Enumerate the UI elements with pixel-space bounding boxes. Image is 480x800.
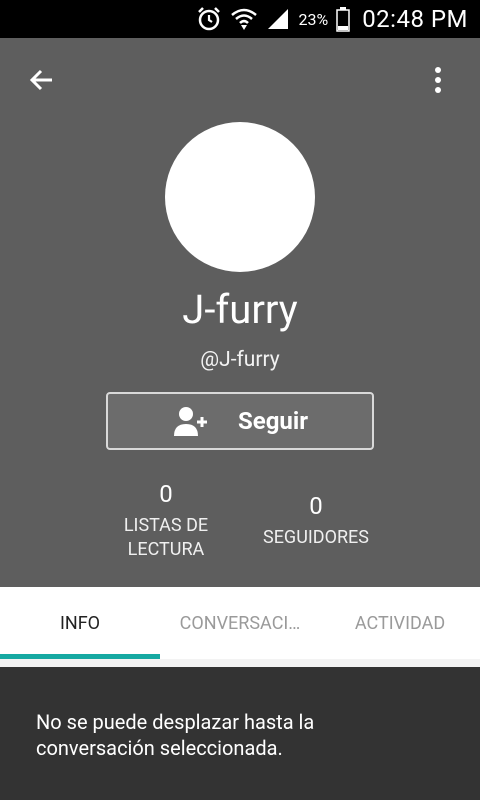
- follow-label: Seguir: [237, 407, 309, 435]
- avatar[interactable]: [165, 122, 315, 272]
- tab-info[interactable]: INFO: [0, 587, 160, 659]
- tab-activity-label: ACTIVIDAD: [354, 612, 446, 634]
- profile-tabs: INFO CONVERSACI… ACTIVIDAD: [0, 587, 480, 659]
- username: @J-furry: [200, 348, 280, 372]
- arrow-left-icon: [28, 66, 56, 98]
- reading-lists-count: 0: [159, 480, 173, 508]
- tab-info-label: INFO: [59, 612, 101, 634]
- toast-text-line2: conversación seleccionada.: [36, 736, 283, 760]
- battery-percent: 23%: [298, 9, 329, 29]
- reading-lists-stat[interactable]: 0 LISTAS DE LECTURA: [110, 480, 222, 562]
- more-options-button[interactable]: [420, 64, 456, 100]
- more-vertical-icon: [434, 66, 442, 98]
- add-user-icon: [172, 405, 208, 437]
- followers-stat[interactable]: 0 SEGUIDORES: [250, 492, 382, 550]
- status-bar: 23% 02:48 PM: [0, 0, 480, 38]
- reading-lists-label-line2: LECTURA: [127, 539, 205, 560]
- tab-activity[interactable]: ACTIVIDAD: [320, 587, 480, 659]
- status-clock: 02:48 PM: [362, 5, 468, 33]
- back-button[interactable]: [24, 64, 60, 100]
- follow-button[interactable]: Seguir: [106, 392, 374, 450]
- tab-conversations-label: CONVERSACI…: [179, 612, 301, 634]
- wifi-icon: [230, 6, 258, 32]
- battery-icon: [336, 6, 350, 32]
- tab-conversations[interactable]: CONVERSACI…: [160, 587, 320, 659]
- profile-header: J-furry @J-furry Seguir 0 LISTAS DE LECT…: [0, 38, 480, 587]
- toast-text-line1: No se puede desplazar hasta la: [36, 710, 315, 734]
- toast-message: No se puede desplazar hasta la conversac…: [0, 667, 480, 800]
- reading-lists-label-line1: LISTAS DE: [123, 515, 209, 536]
- display-name: J-furry: [182, 286, 298, 333]
- followers-label: SEGUIDORES: [263, 527, 369, 548]
- alarm-icon: [196, 6, 222, 32]
- signal-icon: [266, 7, 290, 31]
- followers-count: 0: [309, 492, 323, 520]
